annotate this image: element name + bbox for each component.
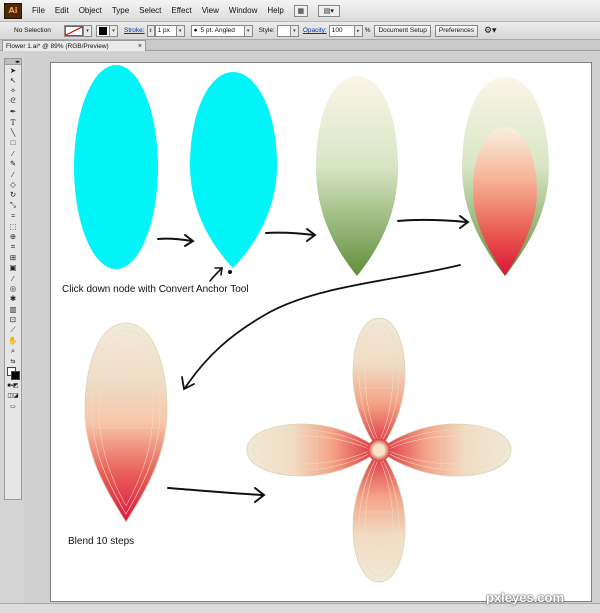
arrow-3: [397, 218, 467, 223]
node-pointer-arrow: [209, 267, 223, 282]
cyan-pointed-shape[interactable]: [190, 72, 277, 268]
flower[interactable]: [246, 317, 512, 583]
arrow-2: [265, 231, 315, 236]
anchor-node-dot: [228, 270, 232, 274]
artwork: Click down node with Convert Anchor Tool…: [62, 65, 549, 583]
caption-blend: Blend 10 steps: [68, 536, 134, 547]
blended-petal[interactable]: [84, 322, 168, 523]
illustrator-window: Ai File Edit Object Type Select Effect V…: [0, 0, 600, 613]
red-overlay-petal[interactable]: [473, 127, 537, 276]
flower-petal-bottom: [352, 449, 406, 583]
caption-convert-anchor: Click down node with Convert Anchor Tool: [62, 284, 249, 295]
flower-petal-right: [378, 423, 512, 477]
watermark-text: pxleyes.com: [486, 590, 565, 605]
cyan-ellipse[interactable]: [74, 65, 158, 269]
arrow-4: [167, 487, 263, 496]
green-gradient-petal[interactable]: [316, 76, 398, 276]
flower-petal-top: [352, 317, 406, 451]
arrow-1: [157, 237, 193, 242]
flower-center-core: [374, 445, 384, 455]
flower-petal-left: [246, 423, 380, 477]
